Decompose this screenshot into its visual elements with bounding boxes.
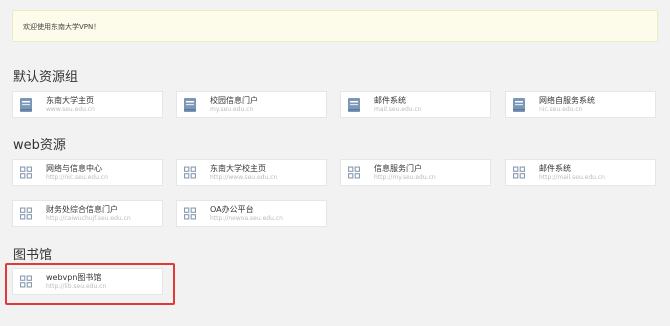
resource-card-mail-web[interactable]: 邮件系统 http://mail.seu.edu.cn — [505, 159, 656, 186]
resource-name: 邮件系统 — [539, 163, 571, 173]
resource-card-finance-portal[interactable]: 财务处综合信息门户 http://caiwuchujf.seu.edu.cn — [12, 200, 163, 227]
resource-card-mail[interactable]: 邮件系统 mail.seu.edu.cn — [340, 91, 491, 118]
resource-card-oa-platform[interactable]: OA办公平台 http://newoa.seu.edu.cn — [176, 200, 327, 227]
resource-name: webvpn图书馆 — [46, 272, 102, 282]
resource-url: http://www.seu.edu.cn — [210, 173, 278, 181]
grid-icon — [20, 166, 32, 180]
resource-card-seu-home[interactable]: 东南大学主页 www.seu.edu.cn — [12, 91, 163, 118]
resource-name: OA办公平台 — [210, 204, 254, 214]
resource-name: 邮件系统 — [374, 95, 406, 105]
grid-icon — [513, 166, 525, 180]
grid-icon — [20, 275, 32, 289]
book-icon — [348, 97, 360, 112]
resource-name: 网络与信息中心 — [46, 163, 102, 173]
resource-url: www.seu.edu.cn — [46, 105, 95, 113]
book-icon — [20, 97, 32, 112]
resource-url: my.seu.edu.cn — [210, 105, 254, 113]
resource-card-nic[interactable]: 网络与信息中心 http://nic.seu.edu.cn — [12, 159, 163, 186]
grid-icon — [184, 166, 196, 180]
group-title-library: 图书馆 — [13, 248, 53, 263]
resource-name: 东南大学主页 — [46, 95, 94, 105]
grid-icon — [184, 207, 196, 221]
resource-card-info-portal[interactable]: 信息服务门户 http://my.seu.edu.cn — [340, 159, 491, 186]
welcome-text: 欢迎使用东南大学VPN！ — [23, 23, 101, 31]
group-title-web: web资源 — [13, 138, 66, 153]
resource-name: 财务处综合信息门户 — [46, 204, 118, 214]
book-icon — [184, 97, 196, 112]
resource-url: http://newoa.seu.edu.cn — [210, 214, 283, 222]
group-title-default: 默认资源组 — [13, 70, 79, 85]
grid-icon — [348, 166, 360, 180]
resource-url: http://lib.seu.edu.cn — [46, 282, 107, 290]
resource-url: http://caiwuchujf.seu.edu.cn — [46, 214, 131, 222]
resource-url: nic.seu.edu.cn — [539, 105, 583, 113]
resource-card-webvpn-library[interactable]: webvpn图书馆 http://lib.seu.edu.cn — [12, 268, 163, 295]
resource-url: http://my.seu.edu.cn — [374, 173, 436, 181]
grid-icon — [20, 207, 32, 221]
resource-url: http://nic.seu.edu.cn — [46, 173, 108, 181]
resource-name: 校园信息门户 — [210, 95, 258, 105]
welcome-banner: 欢迎使用东南大学VPN！ — [12, 10, 658, 42]
resource-url: mail.seu.edu.cn — [374, 105, 422, 113]
book-icon — [513, 97, 525, 112]
resource-url: http://mail.seu.edu.cn — [539, 173, 605, 181]
resource-name: 东南大学校主页 — [210, 163, 266, 173]
resource-card-seu-school-home[interactable]: 东南大学校主页 http://www.seu.edu.cn — [176, 159, 327, 186]
resource-name: 网络自服务系统 — [539, 95, 595, 105]
resource-card-nic-self-service[interactable]: 网络自服务系统 nic.seu.edu.cn — [505, 91, 656, 118]
resource-name: 信息服务门户 — [374, 163, 422, 173]
resource-card-my-portal[interactable]: 校园信息门户 my.seu.edu.cn — [176, 91, 327, 118]
